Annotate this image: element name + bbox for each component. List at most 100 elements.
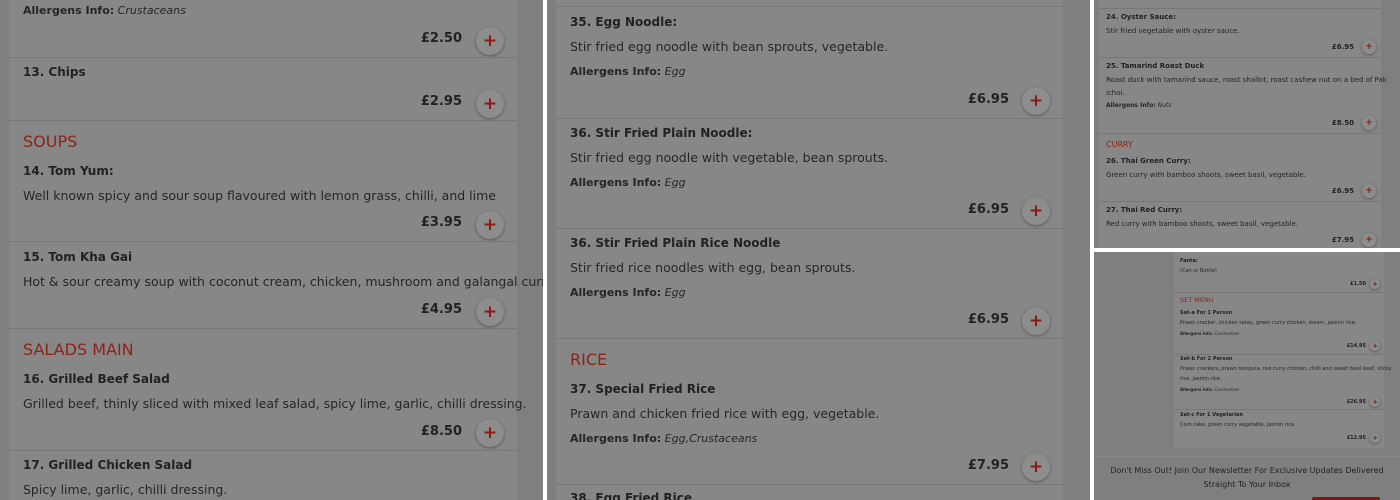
item-price: £6.95: [967, 202, 1009, 217]
item-price: £14.95: [1346, 343, 1366, 349]
add-to-cart-button[interactable]: +: [1022, 197, 1050, 225]
item-price: £7.95: [967, 458, 1009, 473]
menu-item-description: Well known spicy and sour soup flavoured…: [23, 188, 496, 203]
item-price: £4.95: [420, 302, 462, 317]
menu-item-description: (Can or Bottle): [1180, 268, 1217, 274]
separator: [556, 484, 1063, 485]
menu-panel-starters: Allergens Info: Crustaceans £2.50 + 13. …: [0, 0, 543, 500]
section-title-set-menu: SET MENU: [1180, 296, 1214, 304]
item-price: £12.95: [1346, 435, 1366, 441]
add-to-cart-button[interactable]: +: [1362, 40, 1376, 54]
add-to-cart-button[interactable]: +: [1362, 184, 1376, 198]
separator: [1174, 354, 1384, 355]
menu-card: Allergens Info: Crustaceans £2.50 + 13. …: [9, 0, 543, 500]
separator: [1174, 409, 1384, 410]
separator: [1099, 57, 1381, 58]
item-price: £8.50: [1331, 119, 1354, 127]
separator: [9, 241, 517, 242]
add-to-cart-button[interactable]: +: [476, 90, 504, 118]
item-price: £6.95: [967, 92, 1009, 107]
menu-card: 35. Egg Noodle: Stir fried egg noodle wi…: [556, 0, 1063, 500]
allergens-info: Allergens Info: Crustaceans: [23, 4, 186, 17]
separator: [556, 6, 1063, 7]
menu-item-description: Prawn crackers, prawn tempura, red curry…: [1180, 366, 1392, 372]
menu-item-name: 35. Egg Noodle:: [570, 15, 678, 29]
item-price: £8.50: [420, 424, 462, 439]
separator: [9, 57, 517, 58]
menu-item-description: Stir fried egg noodle with bean sprouts,…: [570, 39, 889, 54]
menu-item-name: 24. Oyster Sauce:: [1106, 13, 1176, 21]
menu-item-name: 17. Grilled Chicken Salad: [23, 458, 193, 472]
item-price: £26.95: [1346, 399, 1366, 405]
add-to-cart-button[interactable]: +: [1022, 87, 1050, 115]
menu-item-description-cont: rice, jasmin rice.: [1180, 376, 1222, 382]
add-to-cart-button[interactable]: +: [476, 298, 504, 326]
menu-item-name: 37. Special Fried Rice: [570, 382, 716, 396]
allergens-info: Allergens Info: Egg: [570, 176, 686, 189]
item-price: £7.95: [1331, 236, 1354, 244]
separator: [1174, 292, 1384, 293]
add-to-cart-button[interactable]: +: [476, 419, 504, 447]
separator: [556, 118, 1063, 119]
add-to-cart-button[interactable]: +: [1022, 307, 1050, 335]
separator: [556, 338, 1063, 339]
add-to-cart-button[interactable]: +: [1370, 433, 1380, 443]
newsletter-line-1: Don't Miss Out! Join Our Newsletter For …: [1110, 466, 1384, 475]
item-price: £6.95: [1331, 187, 1354, 195]
menu-panel-noodles-rice: 35. Egg Noodle: Stir fried egg noodle wi…: [547, 0, 1090, 500]
menu-item-description: Stir fried vegetable with oyster sauce.: [1106, 27, 1240, 35]
item-price: £6.95: [967, 312, 1009, 327]
menu-item-description: Stir fried rice noodles with egg, bean s…: [570, 260, 856, 275]
menu-item-description: Grilled beef, thinly sliced with mixed l…: [23, 396, 527, 411]
allergens-info: Allergens Info: Egg: [570, 65, 686, 78]
menu-item-name: 16. Grilled Beef Salad: [23, 372, 170, 386]
separator: [1099, 8, 1381, 9]
menu-item-description: Hot & sour creamy soup with coconut crea…: [23, 274, 543, 289]
menu-item-description: Spicy lime, garlic, chilli dressing.: [23, 482, 228, 497]
separator: [9, 120, 517, 121]
menu-item-description: Stir fried egg noodle with vegetable, be…: [570, 150, 889, 165]
separator: [1099, 133, 1381, 134]
section-title-rice: RICE: [570, 350, 608, 369]
item-price: £2.95: [420, 94, 462, 109]
add-to-cart-button[interactable]: +: [1370, 397, 1380, 407]
allergens-info: Allergens Info: Nuts: [1106, 102, 1172, 109]
menu-item-name: 14. Tom Yum:: [23, 164, 114, 178]
add-to-cart-button[interactable]: +: [1362, 116, 1376, 130]
menu-item-name: Set-b For 2 Person: [1180, 356, 1233, 362]
add-to-cart-button[interactable]: +: [476, 27, 504, 55]
add-to-cart-button[interactable]: +: [1362, 233, 1376, 247]
item-price: £1.50: [1350, 281, 1366, 287]
separator: [9, 328, 517, 329]
menu-item-name: Set-c For 1 Vegetarian: [1180, 412, 1244, 418]
allergens-info: Allergens Info: Egg: [570, 286, 686, 299]
section-title-curry: CURRY: [1106, 140, 1133, 149]
menu-item-description: Prawn cracker, chicken satay, green curr…: [1180, 320, 1357, 326]
menu-item-description-cont: ichoi.: [1106, 89, 1125, 97]
add-to-cart-button[interactable]: +: [1370, 341, 1380, 351]
item-price: £6.95: [1331, 43, 1354, 51]
menu-card: Fanta: (Can or Bottle) £1.50 + SET MENU …: [1174, 252, 1392, 448]
menu-item-name: Fanta:: [1180, 258, 1198, 264]
add-to-cart-button[interactable]: +: [476, 211, 504, 239]
allergens-info: Allergens Info: Crustaceans: [1180, 387, 1240, 392]
separator: [9, 450, 517, 451]
menu-item-name: 25. Tamarind Roast Duck: [1106, 62, 1205, 70]
item-price: £3.95: [420, 215, 462, 230]
menu-item-name: 27. Thai Red Curry:: [1106, 206, 1183, 214]
menu-item-name: 38. Egg Fried Rice: [570, 491, 692, 500]
menu-item-name: 26. Thai Green Curry:: [1106, 157, 1191, 165]
section-title-salads: SALADS MAIN: [23, 340, 134, 359]
newsletter-line-2: Straight To Your Inbox: [1203, 480, 1291, 489]
item-price: £2.50: [420, 31, 462, 46]
menu-item-name: 36. Stir Fried Plain Rice Noodle: [570, 236, 781, 250]
section-title-soups: SOUPS: [23, 132, 78, 151]
menu-item-name: 36. Stir Fried Plain Noodle:: [570, 126, 753, 140]
add-to-cart-button[interactable]: +: [1022, 453, 1050, 481]
allergens-info: Allergens Info: Crustaceans: [1180, 331, 1240, 336]
add-to-cart-button[interactable]: +: [1370, 279, 1380, 289]
menu-item-name: 15. Tom Kha Gai: [23, 250, 133, 264]
allergens-info: Allergens Info: Egg,Crustaceans: [570, 432, 758, 445]
menu-item-description: Red curry with bamboo shoots, sweet basi…: [1106, 220, 1298, 228]
menu-item-description: Green curry with bamboo shoots, sweet ba…: [1106, 171, 1306, 179]
